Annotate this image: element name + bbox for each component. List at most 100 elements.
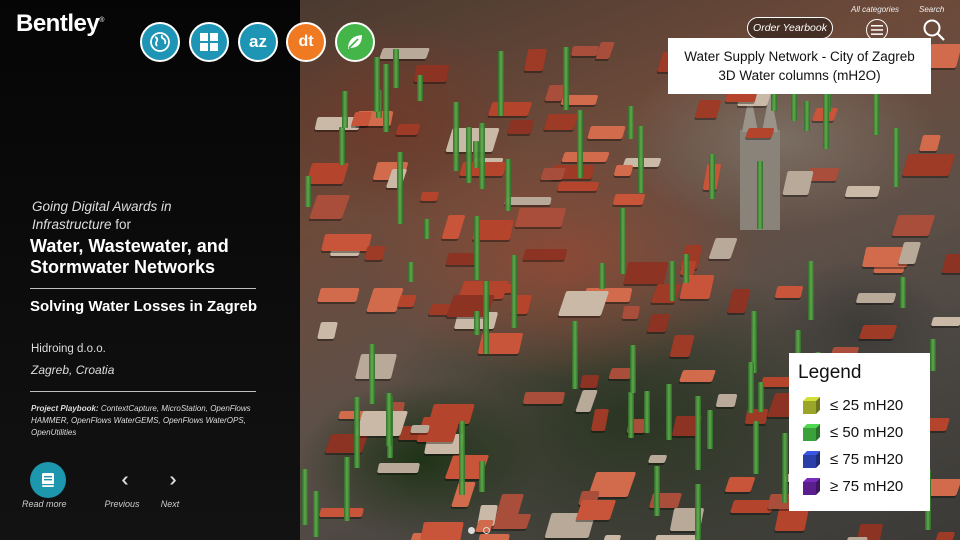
building-roof	[647, 455, 668, 464]
water-column	[497, 50, 504, 117]
water-column	[822, 90, 829, 149]
building-roof	[651, 534, 698, 540]
building-roof	[897, 241, 922, 264]
water-column	[682, 254, 689, 283]
water-column	[343, 456, 350, 521]
building-roof	[715, 394, 738, 408]
building-roof	[522, 248, 568, 260]
water-column	[465, 127, 472, 183]
building-roof	[650, 283, 682, 304]
category-title: Water, Wastewater, and Stormwater Networ…	[30, 236, 229, 277]
building-roof	[942, 253, 960, 273]
water-column	[510, 255, 517, 328]
water-column	[644, 391, 651, 434]
water-column	[312, 491, 319, 537]
building-roof	[901, 154, 955, 177]
water-column	[872, 88, 879, 135]
category-az-button[interactable]: az	[238, 22, 278, 62]
building-roof	[317, 321, 339, 339]
building-roof	[891, 214, 936, 236]
legend-item: ≥ 75 mH20	[803, 476, 903, 496]
water-column	[396, 151, 403, 224]
legend-item: ≤ 75 mH20	[803, 449, 903, 469]
building-roof	[523, 391, 566, 404]
building-roof	[378, 47, 430, 59]
building-roof	[571, 45, 600, 56]
double-chevron-right-icon: ››	[169, 469, 178, 491]
carousel-dot[interactable]	[468, 527, 475, 534]
water-column	[637, 125, 644, 193]
water-column	[709, 153, 716, 199]
water-column	[707, 409, 714, 449]
previous-button[interactable]: ‹‹ Previous	[102, 470, 142, 509]
building-roof	[855, 292, 896, 303]
cube-icon	[803, 450, 820, 468]
cube-icon	[803, 477, 820, 495]
water-column	[452, 101, 459, 171]
building-roof	[844, 186, 881, 198]
building-roof	[613, 165, 634, 177]
water-column	[416, 75, 423, 102]
building-roof	[557, 181, 600, 192]
legend-item: ≤ 50 mH20	[803, 422, 903, 442]
intro-line2: Infrastructure	[32, 217, 112, 232]
grid-icon	[200, 33, 218, 51]
category-globe-button[interactable]	[140, 22, 180, 62]
water-column	[472, 141, 479, 168]
building-roof	[574, 390, 598, 413]
water-column	[669, 260, 676, 301]
water-column	[747, 362, 754, 414]
building-roof	[395, 123, 421, 135]
next-button[interactable]: ›› Next	[150, 470, 190, 509]
building-roof	[317, 288, 360, 303]
carousel-dot[interactable]	[483, 527, 490, 534]
water-column	[753, 421, 760, 474]
water-column	[695, 396, 702, 470]
playbook-label: Project Playbook:	[31, 404, 99, 413]
building-roof	[514, 207, 566, 227]
building-roof	[419, 192, 440, 202]
water-column	[571, 320, 578, 389]
next-label: Next	[160, 499, 180, 509]
building-roof	[364, 246, 386, 261]
category-dt-button[interactable]: dt	[286, 22, 326, 62]
building-roof	[308, 194, 351, 220]
read-more-label[interactable]: Read more	[22, 499, 67, 509]
building-roof	[774, 286, 804, 299]
building-roof	[365, 288, 404, 312]
building-roof	[397, 294, 418, 307]
building-roof	[679, 370, 717, 383]
water-column	[791, 90, 798, 122]
building-roof	[441, 215, 467, 239]
map-title-box: Water Supply Network - City of Zagreb 3D…	[668, 38, 931, 94]
building-roof	[669, 335, 695, 358]
building-roof	[579, 375, 600, 389]
building-roof	[355, 411, 409, 437]
read-more-button[interactable]	[30, 462, 66, 498]
water-column	[382, 63, 389, 133]
bentley-logo[interactable]: Bentley®	[16, 10, 104, 38]
order-yearbook-button[interactable]: Order Yearbook	[747, 17, 833, 39]
category-grid-button[interactable]	[189, 22, 229, 62]
cube-icon	[803, 423, 820, 441]
category-leaf-button[interactable]	[335, 22, 375, 62]
project-title: Solving Water Losses in Zagreb	[30, 298, 257, 315]
divider	[30, 288, 256, 289]
search-label[interactable]: Search	[919, 5, 944, 14]
water-column	[599, 262, 606, 289]
building-roof	[612, 194, 646, 206]
building-roof	[543, 114, 579, 131]
water-column	[804, 100, 811, 131]
award-intro: Going Digital Awards in Infrastructure f…	[32, 198, 282, 234]
water-column	[369, 344, 376, 405]
building-roof	[587, 126, 627, 139]
legend-title: Legend	[798, 362, 862, 383]
all-categories-label[interactable]: All categories	[851, 5, 899, 14]
water-column	[756, 160, 763, 230]
legend-label: ≥ 75 mH20	[830, 477, 904, 495]
water-column	[627, 391, 634, 438]
building-roof	[621, 306, 640, 319]
project-playbook: Project Playbook: ContextCapture, MicroS…	[31, 403, 261, 439]
water-column	[930, 338, 937, 372]
water-column	[654, 465, 661, 516]
